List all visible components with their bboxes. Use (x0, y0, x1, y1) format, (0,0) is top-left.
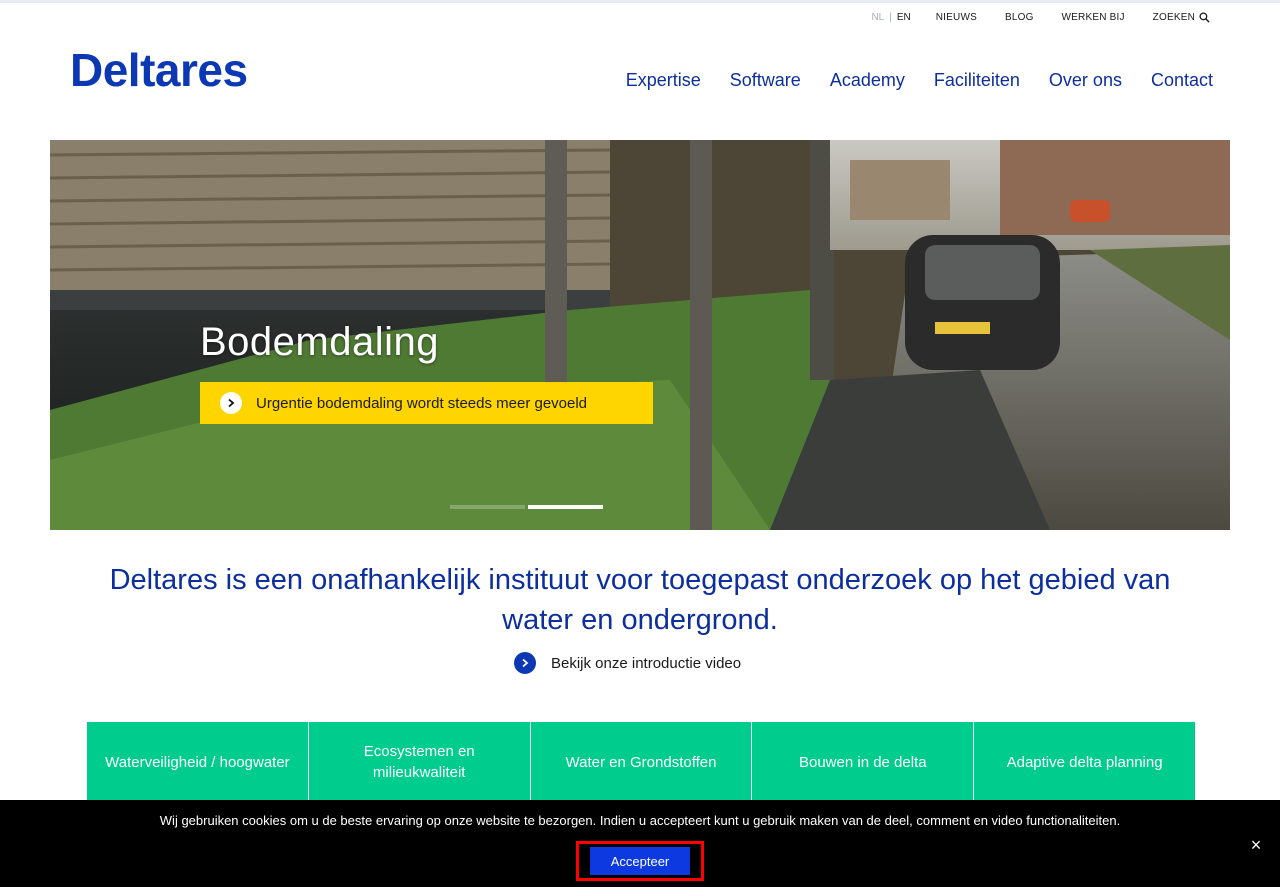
nav-item-academy[interactable]: Academy (830, 68, 905, 92)
utility-link-nieuws[interactable]: NIEUWS (936, 12, 977, 23)
lang-nl-link[interactable]: NL (871, 12, 884, 23)
nav-item-expertise[interactable]: Expertise (626, 68, 701, 92)
slider-dot-1[interactable] (450, 505, 525, 509)
nav-item-faciliteiten[interactable]: Faciliteiten (934, 68, 1020, 92)
hero-cta-button[interactable]: Urgentie bodemdaling wordt steeds meer g… (200, 382, 653, 424)
nav-item-over-ons[interactable]: Over ons (1049, 68, 1122, 92)
hero-title: Bodemdaling (200, 320, 439, 364)
lang-en-link[interactable]: EN (897, 12, 911, 23)
close-icon[interactable]: × (1247, 836, 1265, 854)
accept-cookies-button[interactable]: Accepteer (590, 847, 690, 875)
tile-water-grondstoffen[interactable]: Water en Grondstoffen (530, 722, 753, 802)
cookie-text: Wij gebruiken cookies om u de beste erva… (159, 813, 1121, 828)
tile-ecosystemen[interactable]: Ecosystemen en milieukwaliteit (308, 722, 531, 802)
search-icon (1199, 11, 1210, 23)
nav-item-contact[interactable]: Contact (1151, 68, 1213, 92)
intro-video-link[interactable]: Bekijk onze introductie video (514, 652, 741, 674)
hero-slider: Bodemdaling Urgentie bodemdaling wordt s… (50, 140, 1230, 530)
utility-link-werken-bij[interactable]: WERKEN BIJ (1062, 12, 1125, 23)
slider-pagination (450, 505, 603, 509)
top-accent-line (0, 0, 1280, 3)
main-nav: Expertise Software Academy Faciliteiten … (597, 68, 1213, 92)
tile-bouwen-delta[interactable]: Bouwen in de delta (752, 722, 975, 802)
chevron-right-icon (220, 392, 242, 414)
slider-dot-2[interactable] (528, 505, 603, 509)
topic-tiles: Waterveiligheid / hoogwater Ecosystemen … (87, 722, 1195, 802)
search-label: ZOEKEN (1152, 11, 1195, 23)
intro-video-label: Bekijk onze introductie video (551, 654, 742, 672)
utility-link-blog[interactable]: BLOG (1005, 12, 1034, 23)
cookie-banner: Wij gebruiken cookies om u de beste erva… (0, 800, 1280, 887)
intro-tagline: Deltares is een onafhankelijk instituut … (109, 564, 1171, 636)
search-toggle[interactable]: ZOEKEN (1153, 12, 1210, 23)
lang-separator: | (889, 11, 892, 23)
nav-item-software[interactable]: Software (730, 68, 801, 92)
tile-adaptive-delta-planning[interactable]: Adaptive delta planning (974, 722, 1195, 802)
utility-bar: NL | EN NIEUWS BLOG WERKEN BIJ ZOEKEN (871, 10, 1210, 24)
hero-cta-label: Urgentie bodemdaling wordt steeds meer g… (256, 394, 588, 412)
chevron-right-icon (514, 652, 536, 674)
deltares-logo[interactable]: Deltares (70, 44, 248, 96)
tile-waterveiligheid[interactable]: Waterveiligheid / hoogwater (87, 722, 309, 802)
